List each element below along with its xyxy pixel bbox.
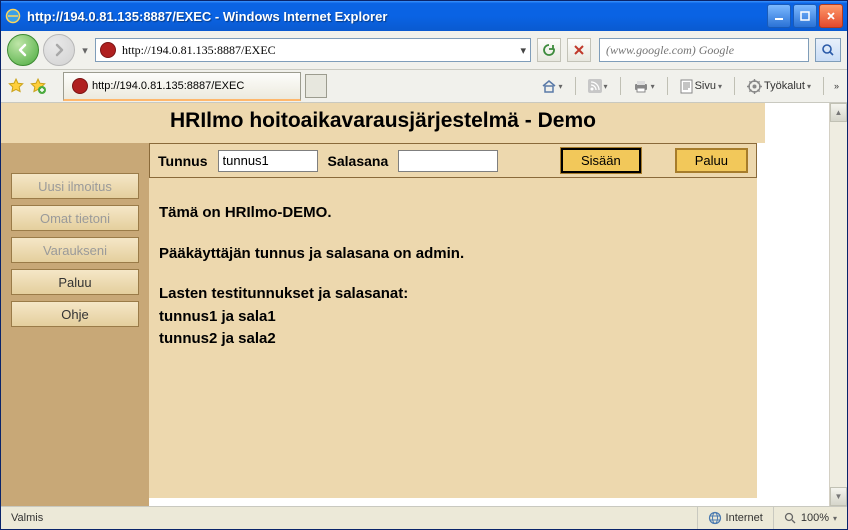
browser-tab[interactable]: http://194.0.81.135:8887/EXEC [63,72,301,101]
login-back-button[interactable]: Paluu [675,148,748,173]
search-input[interactable] [604,42,804,59]
titlebar: http://194.0.81.135:8887/EXEC - Windows … [1,1,847,31]
scroll-up-arrow[interactable]: ▲ [830,103,847,122]
status-zoom[interactable]: 100% ▾ [773,507,847,529]
status-bar: Valmis Internet 100% ▾ [1,506,847,529]
maximize-button[interactable] [793,4,817,28]
vertical-scrollbar[interactable]: ▲ ▼ [829,103,847,506]
scroll-down-arrow[interactable]: ▼ [830,487,847,506]
page-margin [765,103,829,506]
print-button[interactable]: ▾ [629,75,659,97]
zoom-icon [784,512,797,525]
content-body: Tämä on HRIlmo-DEMO. Pääkäyttäjän tunnus… [149,178,757,498]
username-label: Tunnus [158,153,208,169]
status-zone: Internet [697,507,773,529]
nav-toolbar: ▾ ▾ [1,31,847,70]
sidebar-varaukseni[interactable]: Varaukseni [11,237,139,263]
site-favicon [100,42,116,58]
refresh-button[interactable] [537,38,561,62]
close-button[interactable] [819,4,843,28]
login-submit-button[interactable]: Sisään [561,148,641,173]
internet-zone-icon [708,511,722,525]
home-button[interactable]: ▾ [537,75,567,97]
search-button[interactable] [815,38,841,62]
password-input[interactable] [398,150,498,172]
browser-window: http://194.0.81.135:8887/EXEC - Windows … [0,0,848,530]
window-buttons [767,4,843,28]
tabs-toolbar: http://194.0.81.135:8887/EXEC ▾ ▾ ▾ Sivu… [1,70,847,103]
address-input[interactable] [120,40,516,60]
minimize-button[interactable] [767,4,791,28]
window-title: http://194.0.81.135:8887/EXEC - Windows … [27,9,767,24]
add-favorite-icon[interactable] [29,77,47,95]
tools-menu-label: Työkalut [764,80,805,92]
body-line3: Lasten testitunnukset ja salasanat: [159,283,747,306]
search-box[interactable] [599,38,809,62]
body-line2: Pääkäyttäjän tunnus ja salasana on admin… [159,243,747,266]
stop-button[interactable] [567,38,591,62]
sidebar-paluu[interactable]: Paluu [11,269,139,295]
new-tab-button[interactable] [305,74,327,98]
feeds-button[interactable]: ▾ [584,75,612,97]
back-button[interactable] [7,34,39,66]
username-input[interactable] [218,150,318,172]
tools-menu[interactable]: Työkalut▾ [743,75,815,97]
sidebar: Uusi ilmoitus Omat tietoni Varaukseni Pa… [1,143,149,506]
login-bar: Tunnus Salasana Sisään Paluu [149,143,757,178]
favorites-star-icon[interactable] [7,77,25,95]
ie-icon [5,8,21,24]
body-line1: Tämä on HRIlmo-DEMO. [159,202,747,225]
content-viewport: HRIlmo hoitoaikavarausjärjestelmä - Demo… [1,103,847,506]
scroll-track[interactable] [830,122,847,487]
sidebar-omat-tietoni[interactable]: Omat tietoni [11,205,139,231]
page-menu-label: Sivu [695,80,716,92]
toolbar-chevron[interactable]: » [832,75,841,97]
status-ready: Valmis [1,507,221,529]
nav-dropdown[interactable]: ▾ [79,36,91,64]
sidebar-uusi-ilmoitus[interactable]: Uusi ilmoitus [11,173,139,199]
tab-favicon [72,78,88,94]
app-title: HRIlmo hoitoaikavarausjärjestelmä - Demo [1,103,765,143]
page-menu[interactable]: Sivu▾ [676,75,726,97]
sidebar-ohje[interactable]: Ohje [11,301,139,327]
forward-button[interactable] [43,34,75,66]
password-label: Salasana [328,153,389,169]
page: HRIlmo hoitoaikavarausjärjestelmä - Demo… [1,103,829,506]
body-line4: tunnus1 ja sala1 [159,306,747,329]
body-line5: tunnus2 ja sala2 [159,328,747,351]
address-bar[interactable]: ▾ [95,38,531,62]
zoom-dropdown[interactable]: ▾ [833,514,837,523]
address-dropdown[interactable]: ▾ [520,44,526,57]
tab-label: http://194.0.81.135:8887/EXEC [92,80,244,92]
